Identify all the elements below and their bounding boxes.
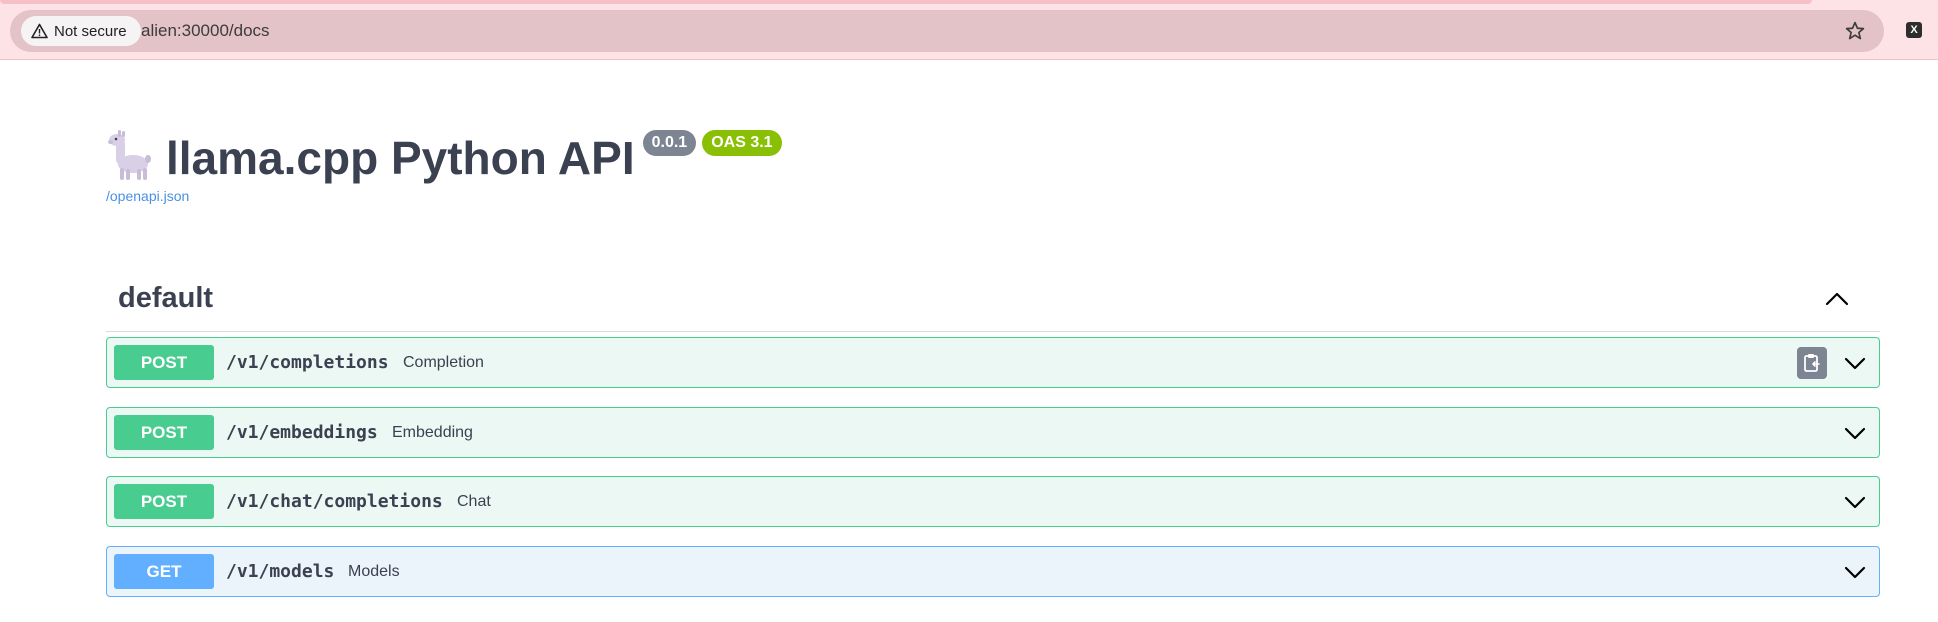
operation-summary: Completion: [403, 354, 484, 371]
chevron-down-icon[interactable]: [1843, 562, 1867, 587]
chevron-down-icon[interactable]: [1843, 353, 1867, 378]
tag-name: default: [118, 282, 214, 314]
tab-strip: [0, 0, 1812, 4]
star-icon[interactable]: [1844, 20, 1866, 47]
method-badge: POST: [114, 345, 214, 380]
api-title: llama.cpp Python API: [166, 132, 635, 184]
operation-get-models[interactable]: GET /v1/models Models: [106, 546, 1880, 597]
chevron-down-icon[interactable]: [1843, 423, 1867, 448]
warning-icon: [31, 23, 48, 39]
extension-icon[interactable]: X: [1906, 22, 1922, 38]
operation-path: /v1/chat/completions: [226, 491, 443, 512]
tag-section-header[interactable]: default: [106, 272, 1880, 332]
security-indicator[interactable]: Not secure: [21, 16, 141, 46]
llama-icon: [106, 128, 156, 182]
version-badge: 0.0.1: [642, 130, 697, 156]
chevron-down-icon[interactable]: [1843, 492, 1867, 517]
method-badge: POST: [114, 484, 214, 519]
operation-path: /v1/completions: [226, 352, 389, 373]
operation-post-completions[interactable]: POST /v1/completions Completion: [106, 337, 1880, 388]
browser-toolbar: Not secure alien:30000/docs X: [0, 0, 1938, 60]
operation-post-chat-completions[interactable]: POST /v1/chat/completions Chat: [106, 476, 1880, 527]
method-badge: POST: [114, 415, 214, 450]
operation-post-embeddings[interactable]: POST /v1/embeddings Embedding: [106, 407, 1880, 458]
operation-summary: Chat: [457, 493, 491, 510]
security-label: Not secure: [54, 22, 127, 40]
copy-icon[interactable]: [1797, 347, 1827, 379]
oas-badge: OAS 3.1: [702, 130, 782, 156]
chevron-up-icon[interactable]: [1824, 286, 1850, 317]
operation-summary: Models: [348, 563, 400, 580]
address-bar[interactable]: Not secure alien:30000/docs: [10, 10, 1884, 52]
method-badge: GET: [114, 554, 214, 589]
openapi-json-link[interactable]: /openapi.json: [106, 188, 189, 204]
api-info: llama.cpp Python API 0.0.1 OAS 3.1 /open…: [106, 128, 782, 204]
url-text[interactable]: alien:30000/docs: [141, 21, 270, 41]
operation-summary: Embedding: [392, 424, 473, 441]
operation-path: /v1/models: [226, 561, 335, 582]
operation-path: /v1/embeddings: [226, 422, 378, 443]
